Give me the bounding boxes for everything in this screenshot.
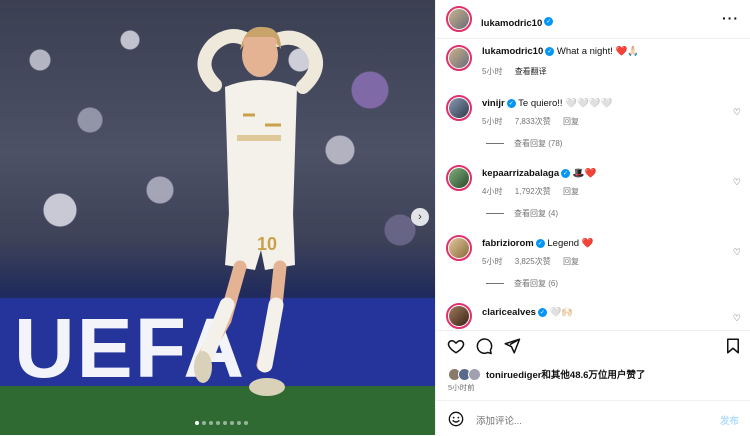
comment-item: claricealves ✓ 🤍🙌🏻 ♡ (436, 301, 750, 330)
comment-meta: 5小时 3,825次赞 回复 (482, 256, 589, 267)
comment-text: 🤍🙌🏻 (549, 307, 574, 318)
likes-summary[interactable]: toniruediger和其他48.6万位用户赞了 (448, 367, 645, 381)
verified-icon: ✓ (535, 238, 545, 248)
svg-text:10: 10 (257, 234, 277, 254)
reply-link[interactable]: 回复 (563, 187, 579, 196)
carousel-dot (216, 421, 220, 425)
more-options-icon[interactable]: ··· (722, 10, 739, 26)
carousel-dot (230, 421, 234, 425)
like-comment-heart-icon[interactable]: ♡ (733, 313, 741, 324)
comment-likes[interactable]: 1,792次赞 (515, 187, 551, 196)
commenter-username[interactable]: vinijr (482, 98, 505, 109)
verified-icon: ✓ (506, 98, 516, 108)
comments-list: lukamodric10 ✓ What a night! ❤️🙏🏻 5小时 查看翻… (436, 39, 750, 330)
comment-text-row: vinijr ✓ Te quiero!! 🤍🤍🤍🤍 (482, 98, 613, 109)
post-comment-button[interactable]: 发布 (720, 413, 739, 427)
view-replies-label: 查看回复 (78) (514, 139, 563, 148)
post-time: 5小时前 (448, 383, 475, 392)
share-icon[interactable] (503, 337, 521, 355)
verified-icon: ✓ (545, 46, 555, 56)
like-comment-heart-icon[interactable]: ♡ (733, 247, 741, 258)
comment-text: Te quiero!! 🤍🤍🤍🤍 (518, 98, 613, 109)
verified-icon: ✓ (537, 307, 547, 317)
caption-text-row: lukamodric10 ✓ What a night! ❤️🙏🏻 (482, 46, 639, 57)
caption-text: What a night! ❤️🙏🏻 (556, 46, 640, 57)
post-side-panel: lukamodric10 ✓ ··· lukamodric10 ✓ What a n… (435, 0, 750, 435)
like-comment-heart-icon[interactable]: ♡ (733, 177, 741, 188)
emoji-icon[interactable] (448, 411, 464, 427)
player-figure: 10 (194, 26, 324, 396)
reply-link[interactable]: 回复 (563, 257, 579, 266)
comment-likes[interactable]: 7,833次赞 (515, 117, 551, 126)
post-header: lukamodric10 ✓ ··· (436, 0, 750, 39)
caption-meta: 5小时 查看翻译 (482, 66, 557, 77)
carousel-dot (195, 421, 199, 425)
comment-icon[interactable] (475, 337, 493, 355)
author-name-row: lukamodric10 ✓ (481, 13, 554, 31)
carousel-dot (209, 421, 213, 425)
comment-meta: 5小时 7,833次赞 回复 (482, 116, 589, 127)
carousel-dot (244, 421, 248, 425)
comment-text: Legend ❤️ (547, 238, 594, 249)
post-actions: toniruediger和其他48.6万位用户赞了 5小时前 (436, 330, 750, 401)
post-image: UEFA 10 › (0, 0, 435, 435)
view-replies-link[interactable]: 查看回复 (4) (486, 208, 558, 219)
like-comment-heart-icon[interactable]: ♡ (733, 107, 741, 118)
carousel-dot (237, 421, 241, 425)
liker-avatar (468, 367, 481, 381)
comment-likes[interactable]: 3,825次赞 (515, 257, 551, 266)
view-replies-link[interactable]: 查看回复 (6) (486, 278, 558, 289)
commenter-username[interactable]: fabriziorom (482, 238, 534, 249)
comment-item: vinijr ✓ Te quiero!! 🤍🤍🤍🤍 5小时 7,833次赞 回复 … (436, 91, 750, 161)
comment-item: fabriziorom ✓ Legend ❤️ 5小时 3,825次赞 回复 查看… (436, 231, 750, 301)
likes-summary-text: toniruediger和其他48.6万位用户赞了 (486, 370, 646, 381)
author-avatar[interactable] (446, 45, 472, 71)
reply-link[interactable]: 回复 (563, 117, 579, 126)
author-username[interactable]: lukamodric10 (482, 46, 543, 57)
commenter-username[interactable]: claricealves (482, 307, 536, 318)
comment-text-row: fabriziorom ✓ Legend ❤️ (482, 238, 594, 249)
comment-input[interactable]: 添加评论... (476, 413, 522, 427)
comment-time: 4小时 (482, 187, 503, 196)
comment-time: 5小时 (482, 117, 503, 126)
verified-icon: ✓ (544, 17, 554, 27)
caption-time: 5小时 (482, 67, 503, 76)
bookmark-icon[interactable] (724, 337, 742, 355)
commenter-avatar[interactable] (446, 303, 472, 329)
verified-icon: ✓ (561, 168, 571, 178)
author-avatar[interactable] (446, 6, 472, 32)
view-replies-link[interactable]: 查看回复 (78) (486, 138, 562, 149)
caption-row: lukamodric10 ✓ What a night! ❤️🙏🏻 5小时 查看翻… (436, 39, 750, 91)
comment-text-row: kepaarrizabalaga ✓ 🎩❤️ (482, 168, 596, 179)
commenter-avatar[interactable] (446, 235, 472, 261)
view-replies-label: 查看回复 (4) (514, 209, 558, 218)
carousel-dot (202, 421, 206, 425)
comment-meta: 4小时 1,792次赞 回复 (482, 186, 589, 197)
comment-text-row: claricealves ✓ 🤍🙌🏻 (482, 307, 573, 318)
comment-time: 5小时 (482, 257, 503, 266)
heart-icon[interactable] (447, 337, 465, 355)
carousel-next-button[interactable]: › (411, 208, 429, 226)
add-comment-bar: 添加评论... 发布 (436, 400, 750, 436)
carousel-dot (223, 421, 227, 425)
author-username[interactable]: lukamodric10 (481, 18, 542, 29)
view-replies-label: 查看回复 (6) (514, 279, 558, 288)
commenter-avatar[interactable] (446, 95, 472, 121)
commenter-username[interactable]: kepaarrizabalaga (482, 168, 559, 179)
comment-item: kepaarrizabalaga ✓ 🎩❤️ 4小时 1,792次赞 回复 查看回… (436, 161, 750, 231)
translate-link[interactable]: 查看翻译 (515, 67, 547, 76)
commenter-avatar[interactable] (446, 165, 472, 191)
carousel-dots (195, 421, 248, 425)
comment-text: 🎩❤️ (572, 168, 597, 179)
